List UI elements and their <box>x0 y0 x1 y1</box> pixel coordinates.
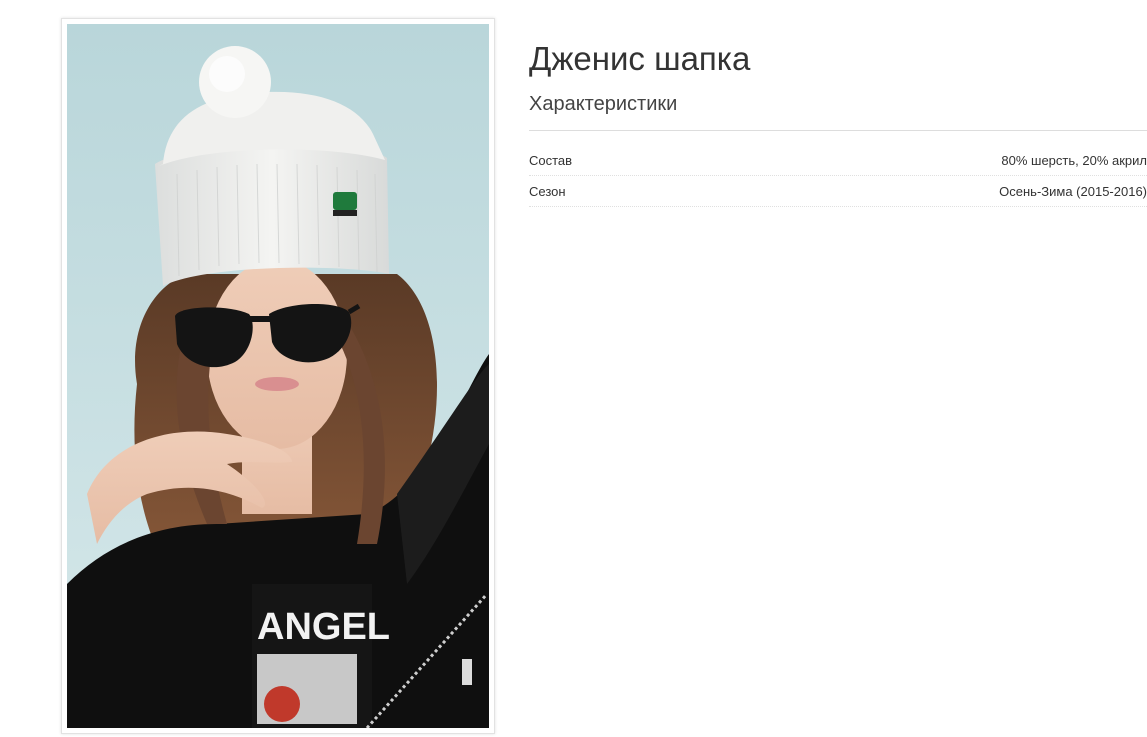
product-title: Дженис шапка <box>529 40 751 77</box>
spec-row-composition: Состав 80% шерсть, 20% акрил <box>529 145 1147 176</box>
spec-label: Сезон <box>529 183 566 199</box>
spec-row-season: Сезон Осень-Зима (2015-2016) <box>529 176 1147 207</box>
product-photo-illustration: ANGEL <box>67 24 489 728</box>
svg-text:ANGEL: ANGEL <box>257 606 390 648</box>
spec-label: Состав <box>529 152 573 168</box>
product-image-frame[interactable]: ANGEL <box>61 18 495 734</box>
spec-value: Осень-Зима (2015-2016) <box>999 183 1147 199</box>
specs-heading: Характеристики <box>529 90 1147 131</box>
specs-table: Состав 80% шерсть, 20% акрил Сезон Осень… <box>529 145 1147 207</box>
product-image[interactable]: ANGEL <box>67 24 489 728</box>
product-info: Дженис шапка Характеристики Состав 80% ш… <box>529 38 1147 207</box>
spec-value: 80% шерсть, 20% акрил <box>1001 152 1147 168</box>
